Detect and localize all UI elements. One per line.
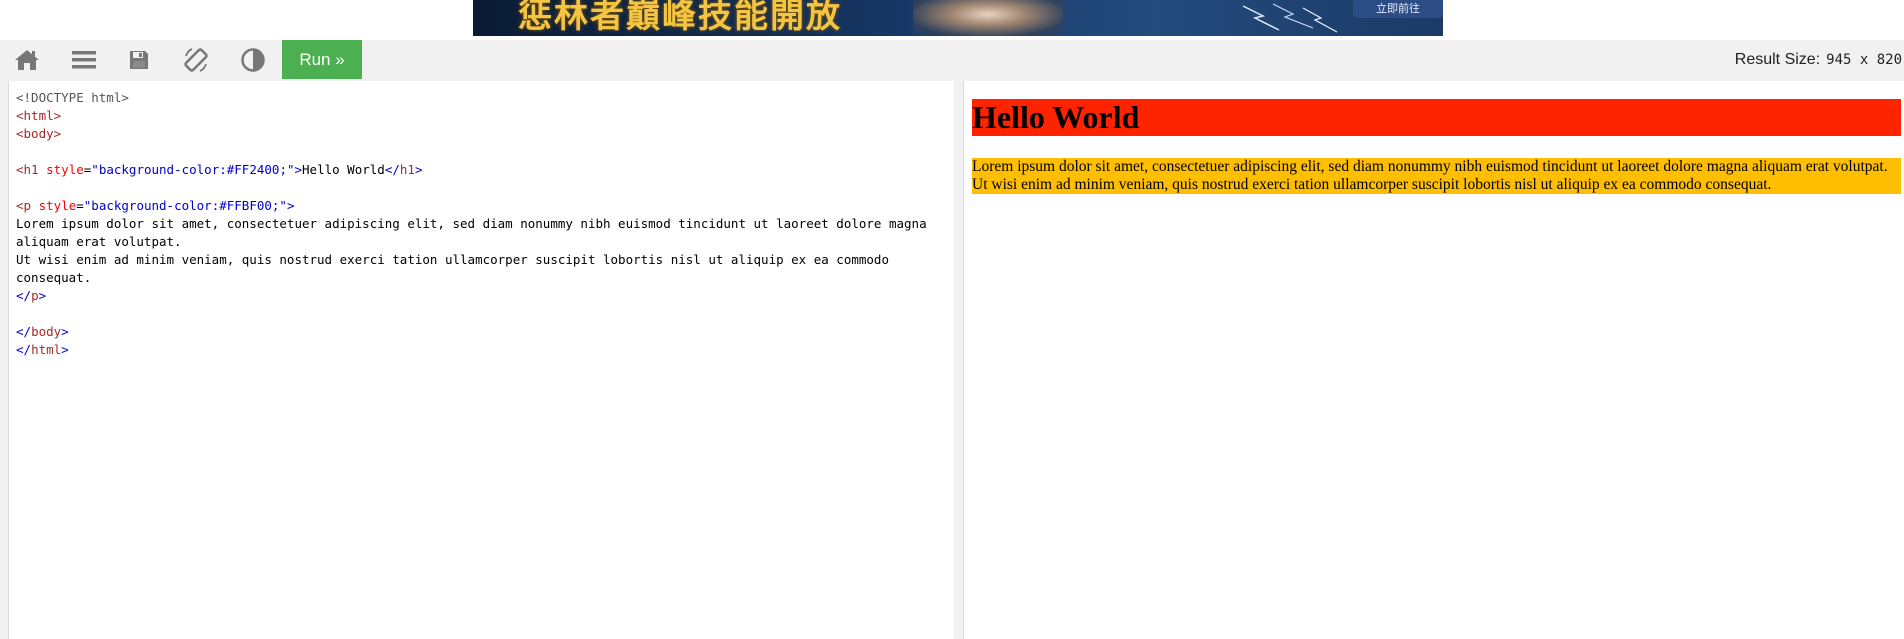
save-icon — [130, 50, 148, 69]
code-attr-style: style — [46, 162, 84, 177]
result-size-value: 945 x 820 — [1826, 51, 1902, 68]
code-punct: = — [76, 198, 84, 213]
result-frame: Hello World Lorem ipsum dolor sit amet, … — [963, 81, 1904, 639]
code-text-content: Lorem ipsum dolor sit amet, consectetuer… — [16, 216, 935, 249]
ad-bar: 惩林者巔峰技能開放 立即前往 — [0, 0, 1904, 38]
panes: <!DOCTYPE html> <html> <body> <h1 style=… — [0, 79, 1904, 639]
code-text-content: Ut wisi enim ad minim veniam, quis nostr… — [16, 252, 897, 285]
code-punct: > — [53, 108, 62, 123]
code-punct: > — [294, 162, 303, 177]
code-punct: < — [16, 126, 24, 141]
code-tag-p: p — [23, 198, 32, 213]
code-tag-html: html — [31, 342, 62, 357]
contrast-icon — [241, 47, 265, 72]
code-punct: < — [16, 198, 24, 213]
code-punct: </ — [16, 324, 32, 339]
code-editor[interactable]: <!DOCTYPE html> <html> <body> <h1 style=… — [8, 81, 955, 639]
code-tag-h1: h1 — [399, 162, 415, 177]
ad-character-image — [913, 0, 1063, 36]
code-doctype: <!DOCTYPE html> — [16, 90, 129, 105]
code-attr-value: "background-color:#FF2400;" — [91, 162, 295, 177]
result-size: Result Size: 945 x 820 — [1735, 40, 1902, 79]
code-tag-h1: h1 — [23, 162, 39, 177]
save-button[interactable] — [115, 40, 163, 79]
code-punct: </ — [384, 162, 400, 177]
code-text[interactable]: <!DOCTYPE html> <html> <body> <h1 style=… — [9, 81, 954, 367]
result-paragraph: Lorem ipsum dolor sit amet, consectetuer… — [972, 158, 1901, 194]
code-punct: > — [414, 162, 423, 177]
code-tag-p: p — [31, 288, 39, 303]
menu-icon — [72, 50, 96, 68]
result-heading: Hello World — [972, 99, 1901, 136]
toolbar: Run » Result Size: 945 x 820 — [0, 40, 1904, 79]
code-attr-style: style — [38, 198, 77, 213]
code-punct: < — [16, 108, 24, 123]
tryit-editor: 惩林者巔峰技能開放 立即前往 Run » Result Size: 945 x … — [0, 0, 1904, 639]
result-size-label: Result Size: — [1734, 50, 1821, 68]
pane-splitter[interactable] — [954, 81, 962, 639]
code-text-content: Hello World — [302, 162, 385, 177]
lightning-icon — [1242, 3, 1338, 33]
code-punct: > — [38, 288, 47, 303]
code-punct: > — [61, 324, 69, 339]
code-punct: </ — [16, 342, 32, 357]
home-icon — [15, 49, 39, 70]
code-punct: > — [53, 126, 62, 141]
code-tag-body: body — [31, 324, 62, 339]
code-punct: > — [286, 198, 295, 213]
code-punct: > — [61, 342, 69, 357]
theme-toggle-button[interactable] — [229, 40, 277, 79]
ad-headline: 惩林者巔峰技能開放 — [518, 0, 842, 36]
ad-banner[interactable]: 惩林者巔峰技能開放 立即前往 — [473, 0, 1443, 36]
code-tag-body: body — [23, 126, 54, 141]
rotate-layout-button[interactable] — [172, 40, 220, 79]
run-button[interactable]: Run » — [282, 40, 362, 79]
rotate-icon — [184, 47, 208, 72]
code-tag-html: html — [23, 108, 54, 123]
code-attr-value: "background-color:#FFBF00;" — [83, 198, 287, 213]
code-punct: < — [16, 162, 24, 177]
home-button[interactable] — [3, 40, 51, 79]
ad-cta-button[interactable]: 立即前往 — [1353, 0, 1443, 18]
menu-button[interactable] — [60, 40, 108, 79]
code-punct: </ — [16, 288, 32, 303]
